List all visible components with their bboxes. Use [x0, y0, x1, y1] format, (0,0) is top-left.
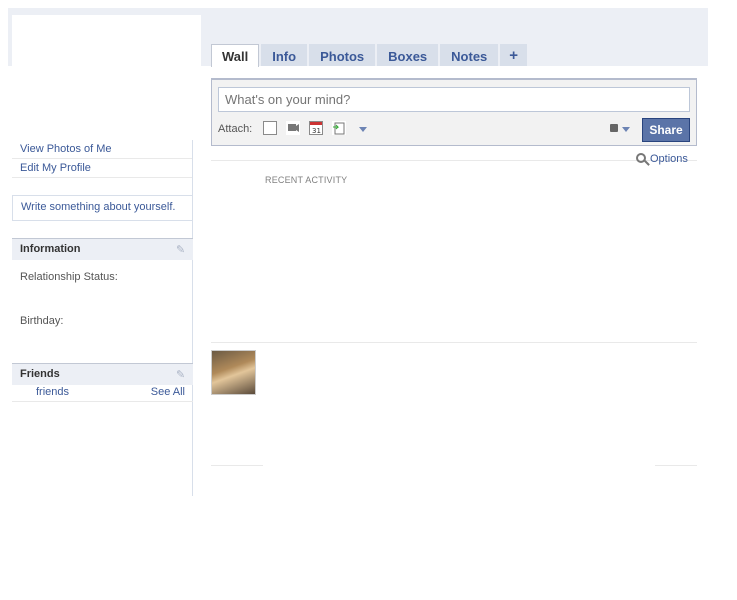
divider [211, 342, 697, 343]
profile-tabs: Wall Info Photos Boxes Notes + [211, 44, 528, 67]
friends-title: Friends [20, 368, 60, 380]
friend-avatar[interactable] [211, 350, 256, 395]
friends-link[interactable]: friends [36, 386, 69, 398]
information-header: Information ✎ [12, 238, 193, 260]
recent-activity-heading: RECENT ACTIVITY [265, 175, 348, 185]
view-photos-link[interactable]: View Photos of Me [12, 140, 193, 159]
svg-text:31: 31 [312, 127, 321, 134]
sidebar-divider [192, 140, 193, 496]
friends-header: Friends ✎ [12, 363, 193, 385]
privacy-dropdown-icon[interactable] [622, 127, 630, 132]
tab-boxes[interactable]: Boxes [377, 44, 439, 66]
link-attach-icon[interactable] [332, 121, 346, 135]
add-tab-button[interactable]: + [500, 44, 528, 66]
photo-attach-icon[interactable] [263, 121, 277, 135]
information-title: Information [20, 243, 81, 255]
tab-photos[interactable]: Photos [309, 44, 376, 66]
edit-pencil-icon[interactable]: ✎ [176, 368, 187, 381]
sidebar-links: View Photos of Me Edit My Profile [12, 140, 193, 178]
edit-pencil-icon[interactable]: ✎ [176, 243, 187, 256]
divider [211, 160, 697, 161]
options-link[interactable]: Options [636, 153, 688, 165]
options-label: Options [650, 153, 688, 165]
magnifier-icon [636, 153, 646, 163]
birthday-label: Birthday: [20, 315, 64, 327]
status-composer: Attach: 31 Share [211, 78, 697, 146]
privacy-lock-icon[interactable] [610, 124, 618, 132]
friends-row: friends See All [12, 385, 193, 402]
more-attachments-icon[interactable] [359, 127, 367, 132]
video-attach-icon[interactable] [286, 121, 300, 135]
about-yourself-box[interactable]: Write something about yourself. [12, 195, 193, 221]
tab-wall[interactable]: Wall [211, 44, 260, 67]
profile-picture-area[interactable] [12, 15, 201, 67]
event-attach-icon[interactable]: 31 [309, 121, 323, 135]
status-input[interactable] [218, 87, 690, 112]
share-button[interactable]: Share [642, 118, 690, 142]
tab-notes[interactable]: Notes [440, 44, 499, 66]
tab-info[interactable]: Info [261, 44, 308, 66]
relationship-status-label: Relationship Status: [20, 271, 118, 283]
divider [211, 465, 263, 466]
attach-label: Attach: [218, 123, 253, 135]
see-all-link[interactable]: See All [151, 386, 185, 398]
divider [655, 465, 697, 466]
edit-profile-link[interactable]: Edit My Profile [12, 159, 193, 178]
